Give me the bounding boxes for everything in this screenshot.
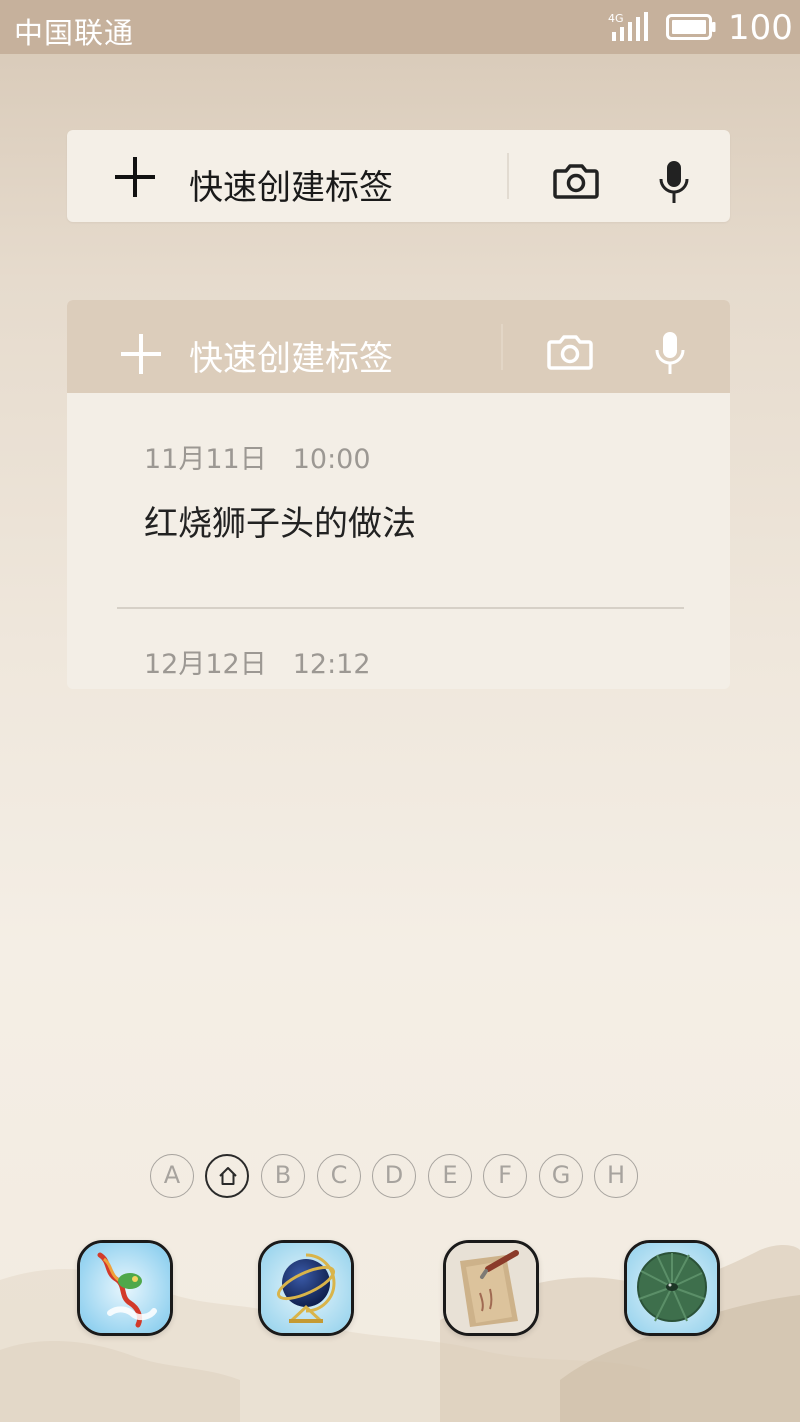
lotus-leaf-icon (627, 1243, 717, 1333)
page-indicator: A B C D E F G H (150, 1154, 650, 1198)
note-time: 10:00 (292, 444, 371, 475)
quick-create-label[interactable]: 快速创建标签 (189, 160, 393, 209)
divider (501, 324, 503, 370)
battery-icon (666, 14, 716, 40)
home-icon (219, 1167, 237, 1185)
note-datetime: 11月11日 10:00 (144, 437, 371, 476)
signal-4g-icon: 4G (608, 12, 648, 41)
note-date: 11月11日 (144, 444, 267, 475)
dock-app-scroll[interactable] (443, 1240, 539, 1336)
camera-icon[interactable] (547, 333, 593, 371)
quick-create-label[interactable]: 快速创建标签 (189, 331, 393, 380)
note-date: 12月12日 (144, 649, 267, 680)
plus-icon[interactable] (121, 334, 161, 374)
dock-app-lotus[interactable] (624, 1240, 720, 1336)
note-datetime: 12月12日 12:12 (144, 642, 371, 681)
quick-create-widget[interactable]: 快速创建标签 (67, 130, 730, 222)
carrier-name: 中国联通 (14, 16, 135, 50)
page-dot-home[interactable] (205, 1154, 249, 1198)
network-label: 4G (608, 12, 624, 25)
status-bar: 中国联通 4G 100 (0, 0, 800, 54)
page-dot-a[interactable]: A (150, 1154, 194, 1198)
note-time: 12:12 (292, 649, 371, 680)
microphone-icon[interactable] (657, 159, 691, 205)
page-dot-f[interactable]: F (483, 1154, 527, 1198)
note-divider (117, 607, 684, 609)
battery-percent: 100 (728, 8, 793, 48)
camera-icon[interactable] (553, 162, 599, 200)
notes-widget-header[interactable]: 快速创建标签 (67, 300, 730, 393)
notes-widget: 快速创建标签 11月11日 10:00 红烧狮子头的做法 12月12日 12:12 (67, 300, 730, 689)
page-dot-e[interactable]: E (428, 1154, 472, 1198)
divider (507, 153, 509, 199)
page-dot-g[interactable]: G (539, 1154, 583, 1198)
page-dot-h[interactable]: H (594, 1154, 638, 1198)
page-dot-d[interactable]: D (372, 1154, 416, 1198)
plus-icon[interactable] (115, 157, 155, 197)
note-title[interactable]: 红烧狮子头的做法 (144, 496, 416, 545)
microphone-icon[interactable] (653, 330, 687, 376)
dragon-icon (80, 1243, 170, 1333)
globe-icon (261, 1243, 351, 1333)
scroll-brush-icon (446, 1243, 536, 1333)
page-dot-c[interactable]: C (317, 1154, 361, 1198)
dock-app-globe[interactable] (258, 1240, 354, 1336)
page-dot-b[interactable]: B (261, 1154, 305, 1198)
dock-app-dragon[interactable] (77, 1240, 173, 1336)
